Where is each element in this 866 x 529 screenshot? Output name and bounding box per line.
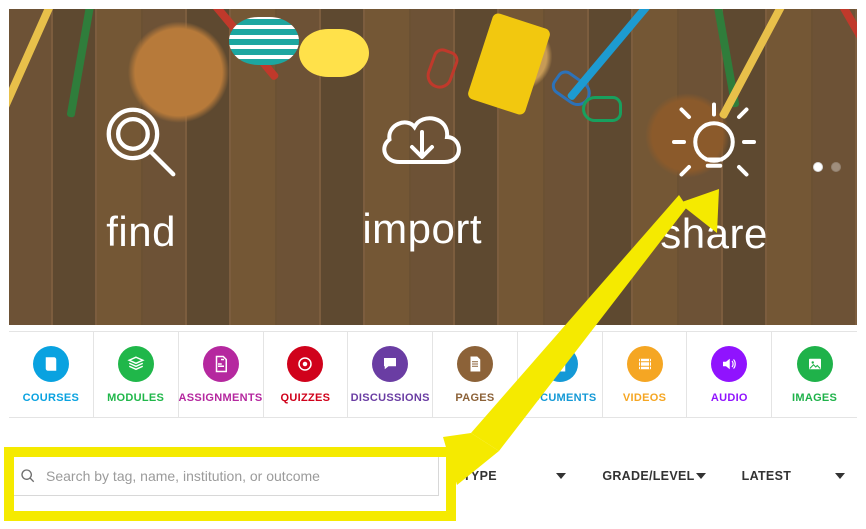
category-videos[interactable]: VIDEOS (603, 332, 688, 418)
target-icon (287, 346, 323, 382)
search-field-wrap[interactable] (9, 456, 439, 496)
category-label: AUDIO (711, 392, 748, 404)
category-images[interactable]: IMAGES (772, 332, 857, 418)
chat-icon (372, 346, 408, 382)
search-input[interactable] (46, 457, 428, 495)
chevron-down-icon (835, 473, 845, 479)
search-icon (20, 468, 36, 484)
file-lines-icon (542, 346, 578, 382)
category-modules[interactable]: MODULES (94, 332, 179, 418)
dropdown-grade-level[interactable]: GRADE/LEVEL (590, 456, 717, 496)
category-audio[interactable]: AUDIO (687, 332, 772, 418)
category-strip: COURSES MODULES ASSIGNMENTS QUIZZES DISC… (9, 331, 857, 418)
hero-action-import[interactable]: import (362, 102, 482, 253)
category-label: VIDEOS (623, 392, 666, 404)
picture-icon (797, 346, 833, 382)
file-lines-icon (457, 346, 493, 382)
category-label: MODULES (107, 392, 164, 404)
category-quizzes[interactable]: QUIZZES (264, 332, 349, 418)
category-label: IMAGES (792, 392, 837, 404)
category-label: COURSES (23, 392, 80, 404)
dropdown-label: LATEST (742, 469, 791, 483)
filter-bar: TYPE GRADE/LEVEL LATEST (9, 448, 857, 504)
category-label: PAGES (455, 392, 494, 404)
assignment-icon (203, 346, 239, 382)
category-courses[interactable]: COURSES (9, 332, 94, 418)
cloud-download-icon (372, 102, 472, 187)
dropdown-latest[interactable]: LATEST (730, 456, 857, 496)
category-pages[interactable]: PAGES (433, 332, 518, 418)
hero-label: share (660, 210, 768, 258)
book-icon (33, 346, 69, 382)
category-label: DISCUSSIONS (351, 392, 430, 404)
carousel-dot[interactable] (831, 162, 841, 172)
magnify-icon (98, 99, 184, 190)
stack-icon (118, 346, 154, 382)
chevron-down-icon (696, 473, 706, 479)
dropdown-label: GRADE/LEVEL (602, 469, 694, 483)
hero-banner: find import (9, 9, 857, 325)
carousel-dot[interactable] (813, 162, 823, 172)
chevron-down-icon (556, 473, 566, 479)
carousel-dots[interactable] (813, 162, 841, 172)
category-documents[interactable]: DOCUMENTS (518, 332, 603, 418)
hero-action-find[interactable]: find (98, 99, 184, 256)
film-icon (627, 346, 663, 382)
speaker-icon (711, 346, 747, 382)
dropdown-type[interactable]: TYPE (451, 456, 578, 496)
lightbulb-icon (669, 97, 759, 192)
dropdown-label: TYPE (463, 469, 497, 483)
category-label: QUIZZES (281, 392, 331, 404)
hero-action-share[interactable]: share (660, 97, 768, 258)
category-discussions[interactable]: DISCUSSIONS (348, 332, 433, 418)
category-label: DOCUMENTS (523, 392, 597, 404)
category-label: ASSIGNMENTS (179, 392, 263, 404)
category-assignments[interactable]: ASSIGNMENTS (179, 332, 264, 418)
hero-label: find (106, 208, 176, 256)
hero-label: import (362, 205, 482, 253)
